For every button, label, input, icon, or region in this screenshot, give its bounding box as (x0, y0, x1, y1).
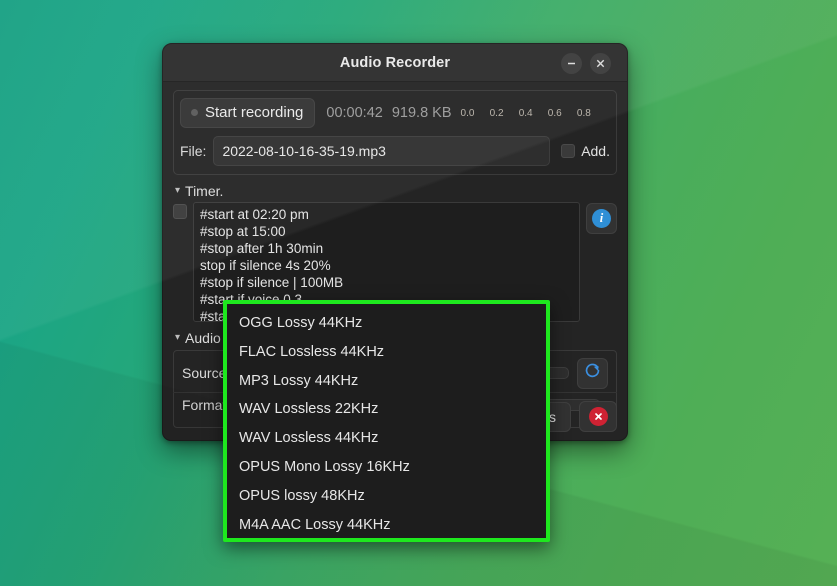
scale-tick: 0.4 (519, 108, 548, 119)
info-icon: i (592, 209, 611, 228)
chevron-down-icon: ▾ (175, 333, 180, 343)
scale-tick: 0.2 (490, 108, 519, 119)
desktop-background: Audio Recorder (0, 0, 837, 586)
timer-info-button[interactable]: i (586, 203, 617, 234)
file-size: 919.8 KB (392, 105, 452, 121)
start-recording-button[interactable]: Start recording (180, 98, 315, 128)
scale-tick: 0.8 (577, 108, 606, 119)
timer-rule-line: #stop at 15:00 (200, 223, 573, 240)
record-indicator-icon (191, 109, 198, 116)
format-option-mp3[interactable]: MP3 Lossy 44KHz (227, 367, 546, 396)
timer-rule-line: stop if silence 4s 20% (200, 257, 573, 274)
format-option-m4a[interactable]: M4A AAC Lossy 44KHz (227, 511, 546, 540)
recorder-panel: Start recording 00:00:42 919.8 KB 0.0 0.… (173, 90, 617, 175)
scale-tick: 0.6 (548, 108, 577, 119)
record-row: Start recording 00:00:42 919.8 KB 0.0 0.… (180, 97, 610, 129)
format-option-wav-44[interactable]: WAV Lossless 44KHz (227, 424, 546, 453)
timer-section-label: Timer. (185, 183, 223, 199)
timer-rule-line: #start at 02:20 pm (200, 206, 573, 223)
format-option-wav-22[interactable]: WAV Lossless 22KHz (227, 395, 546, 424)
timer-rule-line: #stop if silence | 100MB (200, 274, 573, 291)
file-name-input[interactable] (213, 136, 550, 166)
timer-expander[interactable]: ▾ Timer. (173, 181, 617, 202)
quit-button[interactable] (579, 401, 617, 432)
timer-enable-checkbox[interactable] (173, 204, 187, 219)
close-icon (590, 58, 611, 69)
refresh-icon (584, 362, 601, 384)
add-checkbox[interactable] (561, 144, 575, 158)
start-recording-label: Start recording (205, 104, 303, 121)
add-checkbox-label: Add. (581, 143, 610, 159)
level-meter-scale: 0.0 0.2 0.4 0.6 0.8 (461, 108, 610, 119)
window-title: Audio Recorder (340, 55, 450, 71)
file-label: File: (180, 143, 206, 159)
quit-icon (589, 407, 608, 426)
close-button[interactable] (590, 53, 611, 74)
format-option-opus-mono[interactable]: OPUS Mono Lossy 16KHz (227, 453, 546, 482)
window-titlebar: Audio Recorder (163, 44, 627, 82)
timer-rule-line: #stop after 1h 30min (200, 240, 573, 257)
file-row: File: Add. (180, 136, 610, 166)
format-option-ogg[interactable]: OGG Lossy 44KHz (227, 309, 546, 338)
audio-section-label: Audio (185, 330, 221, 346)
format-option-flac[interactable]: FLAC Lossless 44KHz (227, 338, 546, 367)
scale-tick: 0.0 (461, 108, 490, 119)
chevron-down-icon: ▾ (175, 186, 180, 196)
minimize-button[interactable] (561, 53, 582, 74)
elapsed-time: 00:00:42 (326, 105, 382, 121)
format-dropdown-menu[interactable]: OGG Lossy 44KHz FLAC Lossless 44KHz MP3 … (223, 300, 550, 542)
minimize-icon (561, 58, 582, 69)
refresh-sources-button[interactable] (577, 358, 608, 389)
format-option-opus-48[interactable]: OPUS lossy 48KHz (227, 482, 546, 511)
